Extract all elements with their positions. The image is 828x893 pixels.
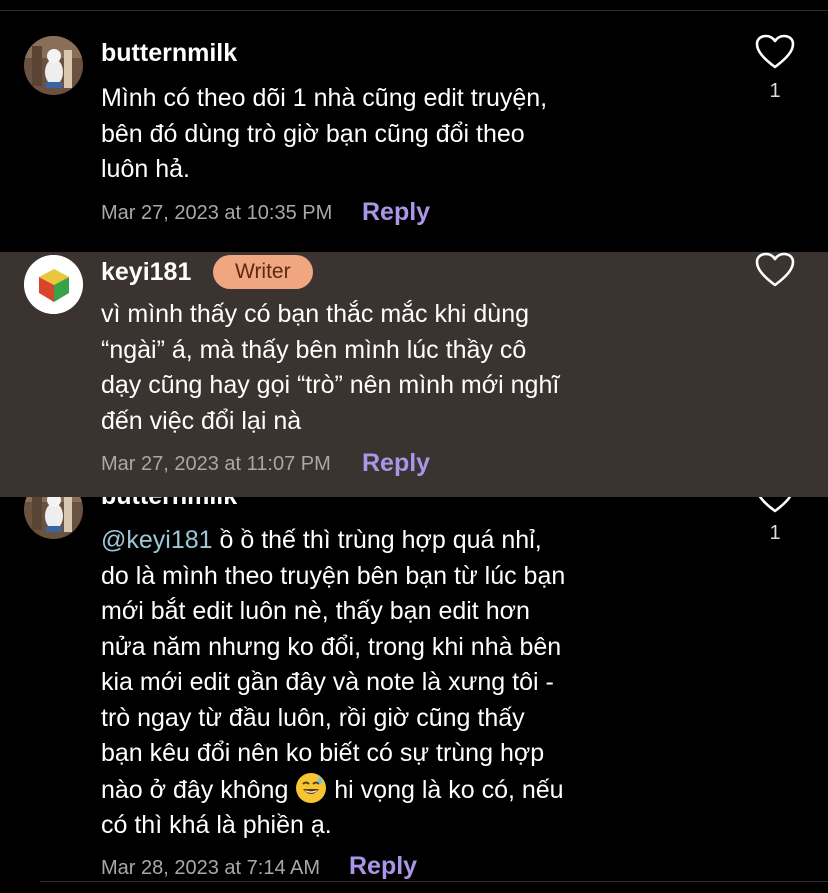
reply-button[interactable]: Reply bbox=[349, 852, 417, 881]
reply-button[interactable]: Reply bbox=[362, 449, 430, 478]
comment-line: “ngài” á, mà thấy bên mình lúc thầy cô bbox=[101, 335, 527, 364]
comment-text: nào ở đây không bbox=[101, 775, 296, 804]
comment-line: dạy cũng hay gọi “trò” nên mình mới nghĩ bbox=[101, 371, 560, 399]
like-count: 1 bbox=[769, 522, 781, 544]
comment-body: Mình có theo dõi 1 nhà cũng edit truyện,… bbox=[101, 81, 601, 188]
comment-line: bên đó dùng trò giờ bạn cũng đổi theo bbox=[101, 119, 525, 148]
comment-text: ồ ồ thế thì trùng hợp quá nhỉ, bbox=[212, 526, 542, 554]
avatar[interactable] bbox=[24, 255, 83, 314]
mention-link[interactable]: @keyi181 bbox=[101, 526, 213, 554]
comment-text: hi vọng là ko có, nếu bbox=[327, 775, 564, 804]
comment-line: vì mình thấy có bạn thắc mắc khi dùng bbox=[101, 300, 530, 328]
avatar[interactable] bbox=[24, 36, 83, 95]
username[interactable]: butternmilk bbox=[101, 39, 237, 68]
heart-icon[interactable] bbox=[755, 34, 795, 70]
comment-line: đến việc đổi lại nà bbox=[101, 406, 302, 435]
comment-line: mới bắt edit luôn nè, thấy bạn edit hơn bbox=[101, 597, 530, 625]
comment-2: keyi181 Writer vì mình thấy có bạn thắc … bbox=[0, 252, 828, 497]
timestamp: Mar 27, 2023 at 10:35 PM bbox=[101, 202, 333, 224]
comment-line: nửa năm nhưng ko đổi, trong khi nhà bên bbox=[101, 632, 562, 661]
comment-line: trò ngay từ đầu luôn, rồi giờ cũng thấy bbox=[101, 703, 525, 732]
timestamp: Mar 28, 2023 at 7:14 AM bbox=[101, 857, 321, 879]
reply-button[interactable]: Reply bbox=[362, 198, 430, 227]
username[interactable]: keyi181 bbox=[101, 258, 191, 287]
bottom-divider bbox=[40, 881, 828, 882]
comment-3: butternmilk 1 @keyi181 ồ ồ thế thì trùng… bbox=[0, 472, 828, 893]
comment-line: @keyi181 ồ ồ thế thì trùng hợp quá nhỉ, bbox=[101, 523, 601, 559]
like-count: 1 bbox=[769, 80, 781, 102]
top-divider bbox=[0, 10, 828, 11]
comment-line: có thì khá là phiền ạ. bbox=[101, 811, 332, 839]
writer-badge: Writer bbox=[213, 255, 313, 289]
comment-line: bạn kêu đổi nên ko biết có sự trùng hợp bbox=[101, 739, 545, 767]
comment-body: vì mình thấy có bạn thắc mắc khi dùng “n… bbox=[101, 297, 601, 439]
sweat-smile-emoji-icon bbox=[296, 772, 327, 803]
comment-body: @keyi181 ồ ồ thế thì trùng hợp quá nhỉ, … bbox=[101, 523, 601, 844]
heart-icon[interactable] bbox=[755, 252, 795, 288]
comment-line: kia mới edit gần đây và note là xưng tôi… bbox=[101, 668, 554, 696]
comment-1: butternmilk Mình có theo dõi 1 nhà cũng … bbox=[0, 12, 828, 252]
comment-line: luôn hả. bbox=[101, 155, 190, 183]
timestamp: Mar 27, 2023 at 11:07 PM bbox=[101, 453, 331, 475]
comment-line: do là mình theo truyện bên bạn từ lúc bạ… bbox=[101, 561, 566, 590]
comment-line: Mình có theo dõi 1 nhà cũng edit truyện, bbox=[101, 84, 548, 112]
comment-line: nào ở đây không hi vọng là ko có, nếu bbox=[101, 772, 601, 809]
